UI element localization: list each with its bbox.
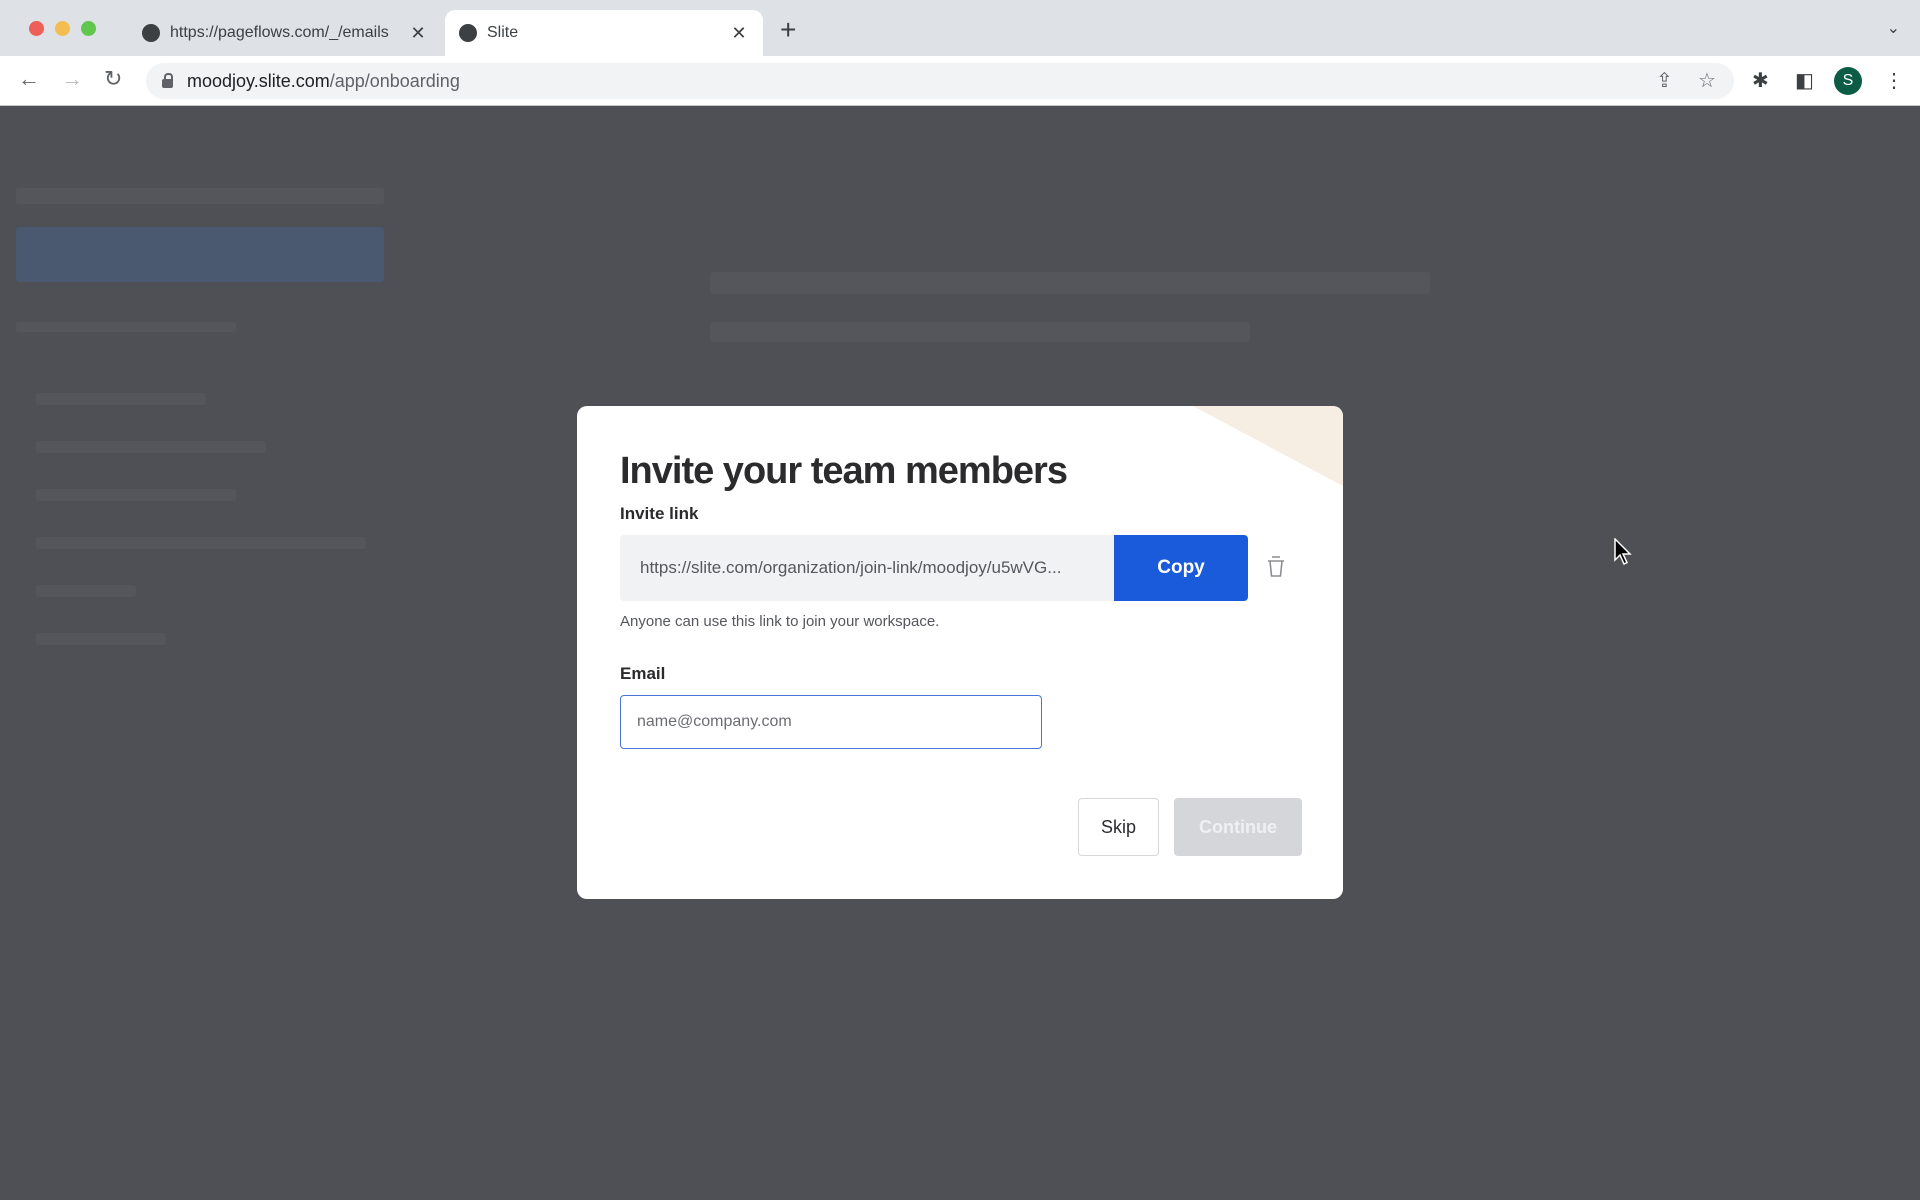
slite-logo-icon [459, 24, 477, 42]
side-panel-icon[interactable]: ◧ [1795, 68, 1814, 93]
close-tab-icon[interactable]: ✕ [408, 23, 428, 44]
browser-tab-bar: https://pageflows.com/_/emails ✕ Slite ✕… [0, 0, 1920, 56]
decorative-corner [1193, 406, 1343, 486]
tab-search-chevron-icon[interactable]: ⌄ [1887, 18, 1900, 38]
tab-title: Slite [487, 24, 519, 41]
invite-link-field[interactable]: https://slite.com/organization/join-link… [620, 535, 1115, 601]
tab-title: https://pageflows.com/_/emails [170, 24, 389, 41]
email-label: Email [620, 664, 666, 683]
bookmark-star-icon[interactable]: ☆ [1698, 68, 1716, 93]
email-input[interactable] [620, 695, 1042, 749]
browser-toolbar: ← → ↻ moodjoy.slite.com/app/onboarding ⇪… [0, 56, 1920, 106]
invite-link-label: Invite link [620, 504, 699, 523]
url-path: /app/onboarding [329, 70, 460, 91]
tab-slite[interactable]: Slite ✕ [445, 10, 763, 56]
skip-button[interactable]: Skip [1078, 798, 1159, 856]
invite-link-help-text: Anyone can use this link to join your wo… [620, 613, 940, 630]
forward-icon[interactable]: → [61, 66, 83, 92]
copy-link-button[interactable]: Copy [1114, 535, 1248, 601]
reload-icon[interactable]: ↻ [104, 66, 122, 92]
profile-avatar[interactable]: S [1834, 67, 1862, 95]
more-menu-icon[interactable]: ⋮ [1884, 68, 1904, 93]
close-window-button[interactable] [29, 21, 44, 36]
share-icon[interactable]: ⇪ [1656, 68, 1673, 93]
globe-icon [142, 24, 160, 42]
continue-button[interactable]: Continue [1174, 798, 1302, 856]
lock-icon [162, 72, 173, 88]
invite-team-modal: Invite your team members Invite link htt… [577, 406, 1343, 899]
extensions-puzzle-icon[interactable]: ✱ [1752, 68, 1769, 93]
maximize-window-button[interactable] [81, 21, 96, 36]
minimize-window-button[interactable] [55, 21, 70, 36]
address-bar[interactable]: moodjoy.slite.com/app/onboarding [146, 63, 1734, 99]
trash-icon[interactable] [1265, 555, 1287, 579]
modal-title: Invite your team members [620, 450, 1068, 492]
back-icon[interactable]: ← [18, 66, 40, 92]
mouse-cursor-icon [1614, 538, 1632, 566]
url-host: moodjoy.slite.com [187, 70, 330, 91]
close-tab-icon[interactable]: ✕ [729, 23, 749, 44]
new-tab-button[interactable]: + [780, 14, 796, 46]
tab-pageflows[interactable]: https://pageflows.com/_/emails ✕ [130, 10, 440, 56]
